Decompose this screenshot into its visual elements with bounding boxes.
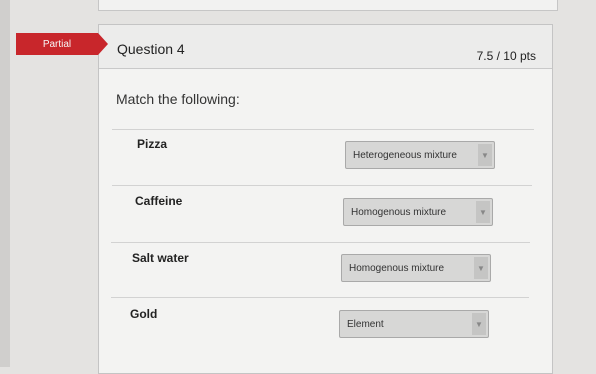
- answer-select-gold[interactable]: Element ▼: [339, 310, 489, 338]
- selected-answer: Element: [347, 319, 384, 330]
- chevron-down-icon: ▼: [472, 313, 486, 335]
- question-prompt: Match the following:: [116, 91, 240, 107]
- row-divider: [112, 185, 532, 186]
- question-header: Question 4 7.5 / 10 pts: [99, 25, 552, 69]
- row-divider: [112, 129, 534, 130]
- selected-answer: Homogenous mixture: [351, 207, 447, 218]
- question-title: Question 4: [117, 41, 185, 57]
- chevron-down-icon: ▼: [474, 257, 488, 279]
- selected-answer: Homogenous mixture: [349, 263, 445, 274]
- left-edge-strip: [0, 0, 10, 367]
- answer-select-caffeine[interactable]: Homogenous mixture ▼: [343, 198, 493, 226]
- match-term-gold: Gold: [130, 307, 158, 321]
- previous-question-card-edge: [98, 0, 558, 11]
- chevron-down-icon: ▼: [476, 201, 490, 223]
- match-term-pizza: Pizza: [137, 137, 168, 151]
- question-points: 7.5 / 10 pts: [476, 49, 536, 63]
- match-term-salt-water: Salt water: [132, 251, 189, 265]
- partial-score-badge: Partial: [16, 33, 108, 55]
- answer-select-salt-water[interactable]: Homogenous mixture ▼: [341, 254, 491, 282]
- chevron-down-icon: ▼: [478, 144, 492, 166]
- row-divider: [111, 242, 530, 243]
- match-term-caffeine: Caffeine: [135, 194, 183, 208]
- answer-select-pizza[interactable]: Heterogeneous mixture ▼: [345, 141, 495, 169]
- selected-answer: Heterogeneous mixture: [353, 150, 457, 161]
- row-divider: [111, 297, 529, 298]
